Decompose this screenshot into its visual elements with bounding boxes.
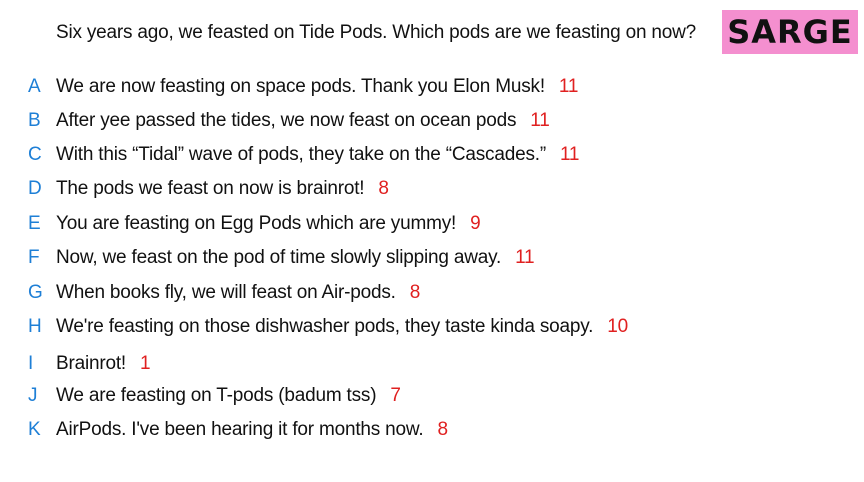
answer-text: AirPods. I've been hearing it for months… — [56, 419, 424, 440]
answer-letter: E — [28, 213, 41, 234]
answer-text: When books fly, we will feast on Air-pod… — [56, 282, 396, 303]
answer-text: After yee passed the tides, we now feast… — [56, 110, 517, 131]
answer-text: The pods we feast on now is brainrot! — [56, 178, 365, 199]
answer-score: 1 — [140, 353, 151, 374]
answer-letter: A — [28, 76, 41, 97]
answer-score: 11 — [558, 76, 579, 97]
answer-letter: B — [28, 110, 41, 131]
answer-text: Brainrot! — [56, 353, 127, 374]
answer-text: We're feasting on those dishwasher pods,… — [56, 316, 594, 337]
answer-score: 11 — [559, 144, 580, 165]
answer-letter: H — [28, 316, 42, 337]
answer-letter: I — [28, 353, 34, 374]
answer-letter: G — [28, 282, 43, 303]
answer-letter: F — [28, 247, 40, 268]
answer-letter: K — [28, 419, 41, 440]
answer-score: 8 — [378, 178, 389, 199]
answer-letter: J — [28, 385, 38, 406]
answer-score: 10 — [607, 316, 628, 337]
answer-text: You are feasting on Egg Pods which are y… — [56, 213, 457, 234]
answer-score: 11 — [515, 247, 535, 268]
answer-score: 7 — [390, 385, 401, 406]
answer-score: 11 — [530, 110, 550, 131]
answer-letter: D — [28, 178, 42, 199]
answer-text: With this “Tidal” wave of pods, they tak… — [56, 144, 546, 165]
answer-text: We are feasting on T-pods (badum tss) — [56, 385, 377, 406]
answer-score: 8 — [437, 419, 448, 440]
answer-score: 8 — [409, 282, 421, 303]
answer-letter: C — [28, 144, 42, 165]
answer-list: A We are now feasting on space pods. Tha… — [0, 0, 864, 482]
answer-text: We are now feasting on space pods. Thank… — [56, 76, 545, 97]
answer-text: Now, we feast on the pod of time slowly … — [56, 247, 502, 268]
answer-score: 9 — [470, 213, 481, 234]
